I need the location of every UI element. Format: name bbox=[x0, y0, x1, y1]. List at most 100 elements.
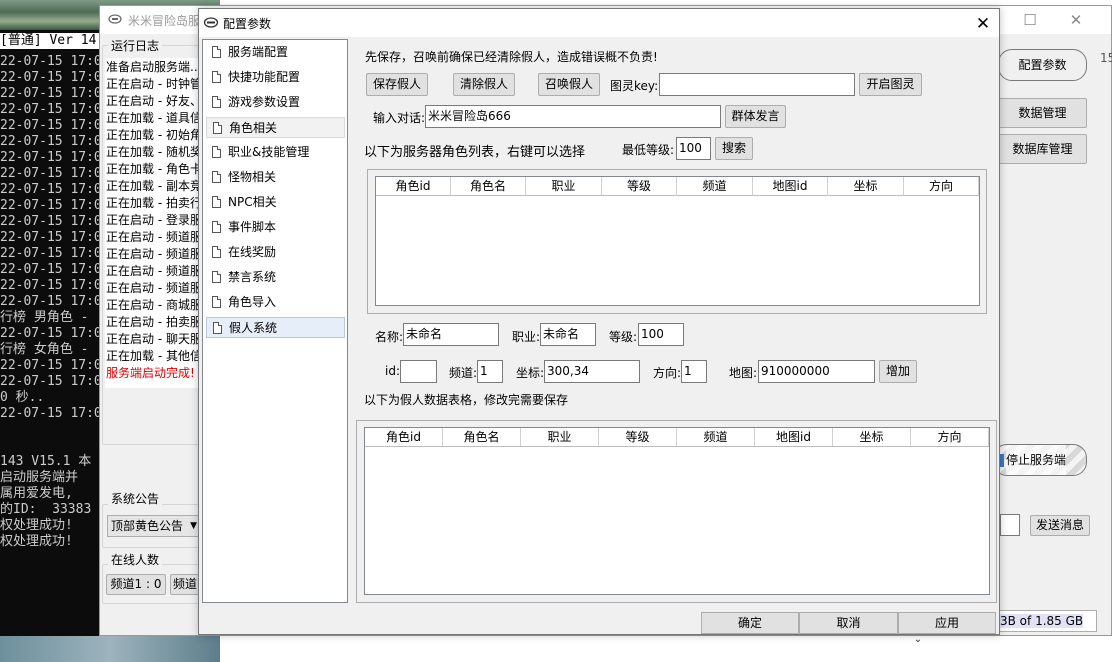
column-header[interactable]: 角色名 bbox=[443, 428, 521, 446]
column-header[interactable]: 频道 bbox=[677, 177, 753, 195]
column-header[interactable]: 坐标 bbox=[828, 177, 904, 195]
nav-item-label: 禁言系统 bbox=[228, 270, 277, 284]
online-group-title: 在线人数 bbox=[108, 551, 163, 568]
nav-item[interactable]: 在线奖励 bbox=[206, 242, 345, 263]
open-tuling-button[interactable]: 开启图灵 bbox=[859, 73, 922, 96]
nav-item[interactable]: 事件脚本 bbox=[206, 217, 345, 238]
console-line: 22-07-15 17:0 bbox=[0, 214, 100, 229]
nav-item-label: 服务端配置 bbox=[228, 45, 289, 59]
column-header[interactable]: 角色id bbox=[376, 177, 451, 195]
job-input[interactable]: 未命名 bbox=[540, 323, 596, 346]
document-icon bbox=[212, 171, 221, 183]
memory-status: 3B of 1.85 GB bbox=[997, 610, 1097, 632]
nav-item-label: 职业&技能管理 bbox=[228, 145, 310, 159]
console-line: 22-07-15 17:0 bbox=[0, 406, 100, 421]
dialog-input[interactable]: 米米冒险岛666 bbox=[425, 105, 721, 128]
clear-fake-button[interactable]: 清除假人 bbox=[453, 73, 515, 96]
ok-button[interactable]: 确定 bbox=[701, 612, 799, 634]
coord-input[interactable]: 300,34 bbox=[544, 360, 640, 383]
column-header[interactable]: 坐标 bbox=[833, 428, 911, 446]
config-params-button[interactable]: 配置参数 bbox=[998, 49, 1087, 81]
column-header[interactable]: 方向 bbox=[911, 428, 989, 446]
level-input[interactable]: 100 bbox=[638, 323, 684, 346]
console-line: 22-07-15 17:0 bbox=[0, 278, 100, 293]
nav-item[interactable]: 禁言系统 bbox=[206, 267, 345, 288]
search-button[interactable]: 搜索 bbox=[715, 137, 753, 160]
column-header[interactable]: 地图id bbox=[755, 428, 833, 446]
column-header[interactable]: 职业 bbox=[521, 428, 599, 446]
save-fake-button[interactable]: 保存假人 bbox=[366, 73, 428, 96]
nav-item[interactable]: 角色相关 bbox=[206, 117, 345, 138]
channel-input[interactable]: 1 bbox=[477, 360, 503, 383]
document-icon bbox=[212, 246, 221, 258]
console-window: [普通] Ver 14 22-07-15 17:0 22-07-15 17:0 22… bbox=[0, 30, 100, 636]
group-say-button[interactable]: 群体发言 bbox=[725, 105, 786, 128]
db-manage-button[interactable]: 数据库管理 bbox=[998, 134, 1087, 164]
nav-item[interactable]: 角色导入 bbox=[206, 292, 345, 313]
document-icon bbox=[212, 96, 221, 108]
log-line: 正在加载 - 初始角 bbox=[106, 128, 202, 142]
console-line: 的ID: 33383 bbox=[0, 502, 92, 517]
console-line: 0 秒.. bbox=[0, 390, 45, 405]
column-header[interactable]: 方向 bbox=[904, 177, 979, 195]
apply-button[interactable]: 应用 bbox=[898, 612, 996, 634]
log-group-title: 运行日志 bbox=[108, 37, 163, 54]
column-header[interactable]: 地图id bbox=[753, 177, 828, 195]
name-input[interactable]: 未命名 bbox=[403, 323, 499, 346]
console-line: 行榜 女角色 - bbox=[0, 342, 89, 357]
memory-status-text: 3B of 1.85 GB bbox=[1000, 614, 1084, 628]
column-header[interactable]: 角色名 bbox=[451, 177, 526, 195]
server-character-table[interactable]: 角色id 角色名 职业 等级 频道 地图id 坐标 方向 bbox=[375, 176, 980, 306]
notice-select[interactable]: 顶部黄色公告 ▼ bbox=[107, 515, 201, 537]
summon-fake-button[interactable]: 召唤假人 bbox=[538, 73, 600, 96]
column-header[interactable]: 等级 bbox=[602, 177, 677, 195]
column-header[interactable]: 频道 bbox=[677, 428, 755, 446]
log-line: 正在启动 - 登录服 bbox=[106, 213, 202, 227]
nav-item[interactable]: 游戏参数设置 bbox=[206, 92, 345, 113]
send-message-button[interactable]: 发送消息 bbox=[1030, 515, 1090, 536]
data-manage-button[interactable]: 数据管理 bbox=[998, 98, 1087, 128]
log-line: 正在加载 - 道具信 bbox=[106, 111, 202, 125]
message-input[interactable] bbox=[1000, 514, 1020, 536]
maximize-icon[interactable]: ☐ bbox=[1008, 9, 1052, 31]
direction-input[interactable]: 1 bbox=[681, 360, 707, 383]
min-level-input[interactable]: 100 bbox=[676, 137, 711, 160]
close-icon[interactable]: ✕ bbox=[1054, 9, 1098, 31]
stop-indicator-icon bbox=[1000, 454, 1004, 467]
config-nav-list: 服务端配置快捷功能配置 游戏参数设置 角色相关职业&技能管理怪物相关 NPC相关事件脚… bbox=[202, 39, 348, 603]
nav-item[interactable]: 怪物相关 bbox=[206, 167, 345, 188]
column-header[interactable]: 等级 bbox=[599, 428, 677, 446]
nav-item[interactable]: 职业&技能管理 bbox=[206, 142, 345, 163]
nav-item[interactable]: 快捷功能配置 bbox=[206, 67, 345, 88]
column-header[interactable]: 职业 bbox=[526, 177, 602, 195]
server-list-intro: 以下为服务器角色列表，右键可以选择 bbox=[364, 145, 586, 160]
console-line: 启动服务端并 bbox=[0, 470, 79, 485]
tuling-key-input[interactable] bbox=[659, 73, 855, 96]
close-icon[interactable]: ✕ bbox=[971, 13, 995, 35]
nav-item[interactable]: NPC相关 bbox=[206, 192, 345, 213]
log-list[interactable]: 准备启动服务端... 正在启动 - 时钟管 正在启动 - 好友、 正在加载 - 道具信… bbox=[105, 58, 205, 388]
fake-character-table[interactable]: 角色id 角色名 职业 等级 频道 地图id 坐标 方向 bbox=[364, 427, 990, 595]
dialog-input-label: 输入对话: bbox=[373, 111, 426, 125]
document-icon bbox=[212, 221, 221, 233]
add-fake-button[interactable]: 增加 bbox=[879, 360, 917, 383]
desktop-wallpaper-bottom bbox=[0, 636, 220, 662]
console-line: 22-07-15 17:0 bbox=[0, 166, 100, 181]
side-number: 15 bbox=[1100, 51, 1112, 65]
nav-item[interactable]: 假人系统 bbox=[206, 317, 345, 338]
map-input[interactable]: 910000000 bbox=[758, 360, 875, 383]
chevron-down-icon: ▼ bbox=[190, 521, 197, 531]
cancel-button[interactable]: 取消 bbox=[799, 612, 898, 634]
console-line: 权处理成功! bbox=[0, 534, 73, 549]
chevron-down-icon[interactable]: ⌄ bbox=[910, 634, 926, 646]
channel2-button[interactable]: 频道 bbox=[170, 574, 200, 595]
stop-server-button[interactable]: 停止服务端 bbox=[993, 444, 1087, 476]
stop-server-label: 停止服务端 bbox=[1006, 445, 1067, 475]
nav-item[interactable]: 服务端配置 bbox=[206, 42, 345, 63]
column-header[interactable]: 角色id bbox=[365, 428, 443, 446]
server-table-header: 角色id 角色名 职业 等级 频道 地图id 坐标 方向 bbox=[376, 177, 979, 196]
channel1-button[interactable]: 频道1 : 0 bbox=[106, 574, 166, 595]
notice-group-title: 系统公告 bbox=[108, 490, 163, 507]
id-input[interactable] bbox=[400, 360, 437, 383]
console-line: 22-07-15 17:0 bbox=[0, 230, 100, 245]
